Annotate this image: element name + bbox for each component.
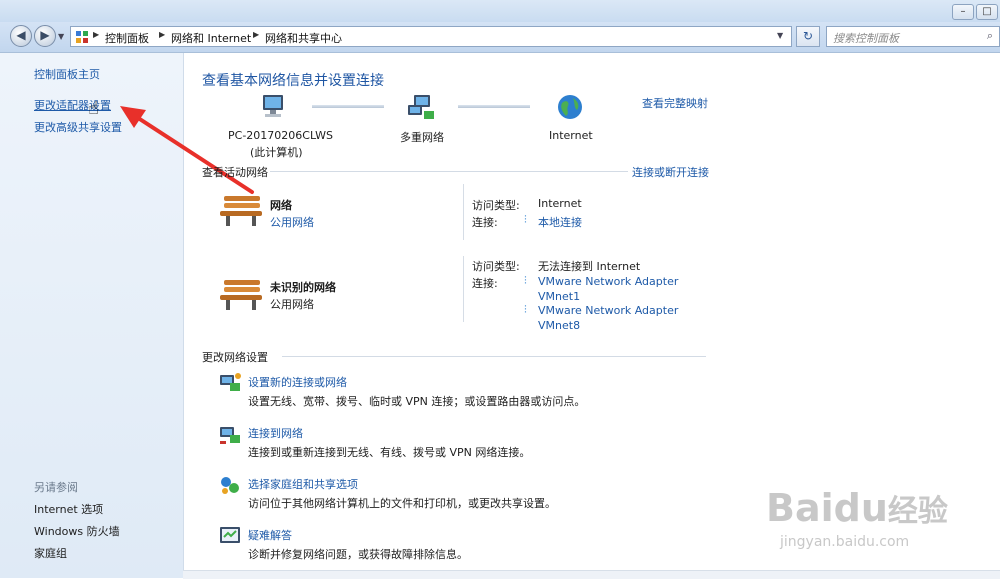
address-dropdown-icon[interactable]: ▼ bbox=[777, 31, 783, 40]
public-network-bench-icon bbox=[220, 196, 262, 226]
network-1-connections-label: 连接: bbox=[472, 216, 498, 229]
task-troubleshoot-link[interactable]: 疑难解答 bbox=[248, 527, 292, 543]
active-networks-title: 查看活动网络 bbox=[202, 166, 268, 179]
public-network-bench-icon bbox=[220, 280, 262, 310]
search-icon: ⌕ bbox=[986, 29, 993, 42]
task-homegroup-sharing-desc: 访问位于其他网络计算机上的文件和打印机，或更改共享设置。 bbox=[248, 497, 556, 510]
map-node-computer-label: PC-20170206CLWS bbox=[228, 129, 333, 142]
network-2-name: 未识别的网络 bbox=[270, 281, 336, 294]
back-button[interactable]: ◀ bbox=[10, 25, 32, 47]
task-connect-to-network-desc: 连接到或重新连接到无线、有线、拨号或 VPN 网络连接。 bbox=[248, 446, 531, 459]
hand-cursor-icon: ☝ bbox=[88, 98, 99, 119]
map-connection-line bbox=[312, 105, 384, 108]
network-2-connection-vmnet1-link[interactable]: VMware Network Adapter bbox=[538, 275, 678, 288]
sidebar-windows-firewall[interactable]: Windows 防火墙 bbox=[34, 523, 120, 539]
sidebar-item-change-adapter-settings[interactable]: 更改适配器设置 bbox=[34, 97, 111, 113]
control-panel-icon bbox=[76, 31, 88, 43]
map-connection-line bbox=[458, 105, 530, 108]
network-2-divider bbox=[463, 256, 464, 322]
task-homegroup-sharing-link[interactable]: 选择家庭组和共享选项 bbox=[248, 476, 358, 492]
network-1-divider bbox=[463, 184, 464, 240]
watermark-brand2: du bbox=[833, 486, 888, 530]
homegroup-sharing-icon bbox=[221, 477, 239, 494]
network-2-access-label: 访问类型: bbox=[472, 260, 520, 273]
internet-globe-icon bbox=[558, 95, 582, 119]
refresh-icon: ↻ bbox=[802, 29, 814, 43]
network-2-access-value: 无法连接到 Internet bbox=[538, 260, 641, 273]
watermark-brand3: 经验 bbox=[887, 494, 948, 529]
watermark-brand: Bai bbox=[766, 486, 834, 530]
minimize-button[interactable]: – bbox=[952, 4, 974, 20]
view-full-map-link[interactable]: 查看完整映射 bbox=[642, 95, 708, 111]
window-titlebar bbox=[0, 0, 1000, 22]
forward-arrow-icon: ▶ bbox=[40, 28, 50, 42]
sidebar-internet-options[interactable]: Internet 选项 bbox=[34, 501, 103, 517]
network-1-access-label: 访问类型: bbox=[472, 199, 520, 212]
section-divider bbox=[270, 171, 628, 172]
back-arrow-icon: ◀ bbox=[16, 28, 26, 42]
connect-to-network-icon bbox=[220, 427, 240, 444]
network-1-name: 网络 bbox=[270, 199, 292, 212]
maximize-button[interactable]: □ bbox=[976, 4, 998, 20]
breadcrumb-control-panel[interactable]: 控制面板 bbox=[105, 30, 149, 46]
change-settings-title: 更改网络设置 bbox=[202, 351, 268, 364]
address-bar[interactable]: ▶ 控制面板 ▶ 网络和 Internet ▶ 网络和共享中心 ▼ bbox=[70, 26, 792, 47]
network-2-connections-label: 连接: bbox=[472, 277, 498, 290]
breadcrumb-separator-icon: ▶ bbox=[253, 30, 260, 39]
network-1-access-value: Internet bbox=[538, 197, 582, 210]
map-node-multiple-networks-label: 多重网络 bbox=[400, 131, 444, 144]
forward-button[interactable]: ▶ bbox=[34, 25, 56, 47]
breadcrumb-network-internet[interactable]: 网络和 Internet bbox=[171, 30, 251, 46]
navigation-bar: ◀ ▶ ▼ ▶ 控制面板 ▶ 网络和 Internet ▶ 网络和共享中心 ▼ … bbox=[0, 22, 1000, 53]
breadcrumb-separator-icon: ▶ bbox=[93, 30, 100, 39]
task-setup-new-connection-link[interactable]: 设置新的连接或网络 bbox=[248, 374, 347, 390]
task-setup-new-connection-desc: 设置无线、宽带、拨号、临时或 VPN 连接；或设置路由器或访问点。 bbox=[248, 395, 586, 408]
ethernet-connection-icon: ⫶ bbox=[524, 274, 527, 287]
search-input[interactable]: 搜索控制面板 ⌕ bbox=[826, 26, 1000, 47]
breadcrumb-network-sharing-center[interactable]: 网络和共享中心 bbox=[265, 30, 342, 46]
network-2-connection-vmnet8-name[interactable]: VMnet8 bbox=[538, 319, 580, 332]
search-placeholder: 搜索控制面板 bbox=[833, 32, 899, 45]
page-title: 查看基本网络信息并设置连接 bbox=[202, 73, 384, 89]
ethernet-connection-icon: ⫶ bbox=[524, 303, 527, 316]
minimize-icon: – bbox=[960, 6, 966, 17]
network-2-connection-vmnet1-name[interactable]: VMnet1 bbox=[538, 290, 580, 303]
network-1-connection-link[interactable]: 本地连接 bbox=[538, 214, 582, 230]
ethernet-connection-icon: ⫶ bbox=[524, 213, 527, 226]
maximize-icon: □ bbox=[982, 6, 992, 17]
sidebar-item-change-advanced-sharing[interactable]: 更改高级共享设置 bbox=[34, 119, 122, 135]
task-connect-to-network-link[interactable]: 连接到网络 bbox=[248, 425, 303, 441]
section-divider bbox=[282, 356, 706, 357]
setup-connection-icon bbox=[220, 373, 241, 391]
connect-disconnect-link[interactable]: 连接或断开连接 bbox=[632, 164, 709, 180]
network-1-type-link[interactable]: 公用网络 bbox=[270, 214, 314, 230]
recent-pages-dropdown-icon[interactable]: ▼ bbox=[58, 32, 64, 41]
sidebar-control-panel-home[interactable]: 控制面板主页 bbox=[34, 66, 100, 82]
troubleshoot-icon bbox=[220, 527, 240, 543]
task-troubleshoot-desc: 诊断并修复网络问题，或获得故障排除信息。 bbox=[248, 548, 468, 561]
map-node-computer-sublabel: (此计算机) bbox=[250, 146, 303, 159]
sidebar-homegroup[interactable]: 家庭组 bbox=[34, 545, 67, 561]
map-node-internet-label: Internet bbox=[549, 129, 593, 142]
see-also-title: 另请参阅 bbox=[34, 481, 78, 494]
watermark-url: jingyan.baidu.com bbox=[780, 534, 910, 550]
annotation-arrow bbox=[120, 106, 254, 194]
network-2-type: 公用网络 bbox=[270, 298, 314, 311]
breadcrumb-separator-icon: ▶ bbox=[159, 30, 166, 39]
refresh-button[interactable]: ↻ bbox=[796, 26, 820, 47]
computer-icon bbox=[263, 95, 283, 117]
multiple-networks-icon bbox=[408, 95, 434, 119]
network-2-connection-vmnet8-link[interactable]: VMware Network Adapter bbox=[538, 304, 678, 317]
watermark-logo: Baidu经验 bbox=[766, 486, 948, 530]
